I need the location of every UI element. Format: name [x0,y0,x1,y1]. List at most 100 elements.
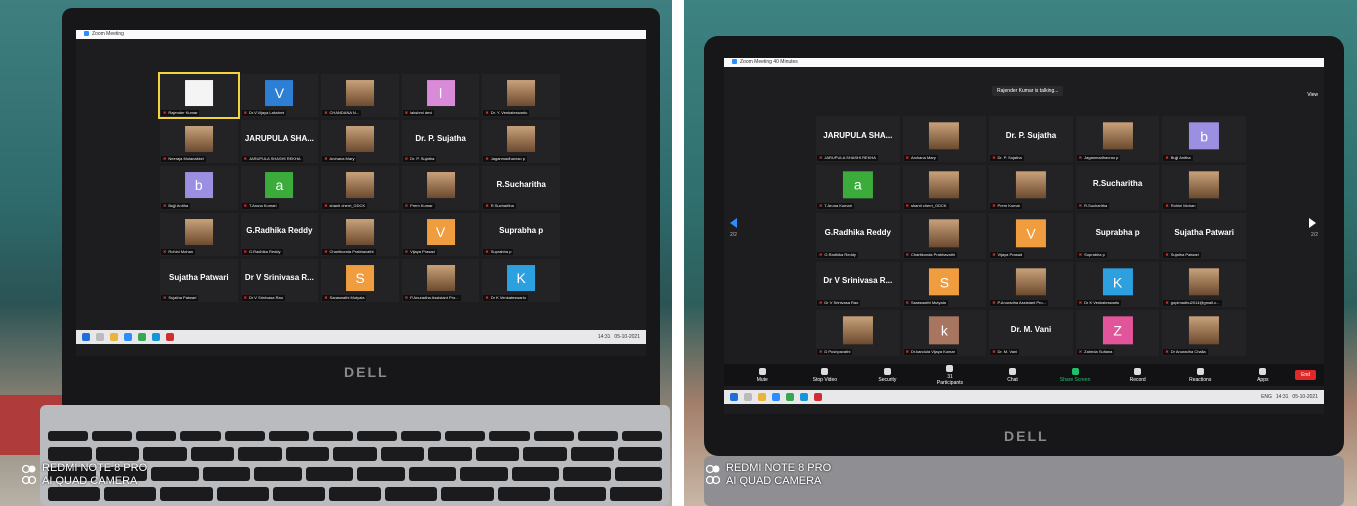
participant-tile[interactable]: ✖ D Pushpavathi [816,310,900,356]
participant-tile[interactable]: ✖ Prem Kumar [989,164,1073,211]
participant-display-name: R.Sucharitha [1092,179,1143,189]
participant-tile[interactable]: ✖ Neeraja Mulanakkel [160,120,238,164]
reactions-icon [1196,367,1204,375]
participant-tile[interactable]: a ✖ T.Aruna Kumari [240,166,319,210]
participant-tile[interactable]: ✖ Prem Kumar [401,166,480,210]
control-apps[interactable]: Apps [1233,367,1294,383]
participant-tile[interactable]: Dr. P. Sujatha ✖ Dr. P. Sujatha [401,120,480,164]
participant-tile[interactable]: R.Sucharitha ✖ R.Sucharitha [482,166,560,210]
search-icon[interactable] [96,333,104,341]
participant-tile[interactable]: ✖ Rohini Mohan [160,212,238,256]
participant-tile[interactable]: Sujatha Patwari ✖ Sujatha Patwari [1162,213,1246,259]
participant-tile[interactable]: Dr V Srinivasa R... ✖ Dr V Srinivasa Rao [816,261,900,308]
participant-tile[interactable]: V ✖ Vijaya Prasad [989,213,1073,259]
caption-text: Saraswathi Mutyala [329,295,365,300]
participant-tile[interactable]: Dr V Srinivasa R... ✖ Dr V Srinivasa Rao [240,258,319,302]
participant-name-caption: ✖ Zaheda Sultana [1076,348,1115,355]
participant-name-caption: ✖ Dr V Srinivasa Rao [241,295,285,301]
participant-name-caption: ✖ Dr Anuradha Challa [1163,348,1208,355]
participant-tile[interactable]: k ✖ Dr.kandula Vijaya Kumar [902,310,987,356]
control-record[interactable]: Record [1107,367,1168,383]
edge-icon[interactable] [152,333,160,341]
participant-tile[interactable]: ✖ Jaganmadhavrao p [1075,116,1160,162]
next-page-arrow-icon[interactable] [1309,218,1316,228]
participant-tile[interactable]: ✖ Charitkonda Prabhavathi [321,212,399,256]
participant-tile[interactable]: ✖ shanti cherri_GDCK [902,164,987,211]
previous-page-arrow-icon[interactable] [730,218,737,228]
control-stop-video[interactable]: Stop Video [795,367,856,383]
zoom-app-icon[interactable] [772,393,780,401]
participant-tile[interactable]: ✖ Jaganmadhavrao p [482,120,560,164]
zoom-titlebar: Zoom Meeting 40 Minutes [724,58,1324,67]
avatar: b [184,172,213,199]
participant-tile[interactable]: JARUPULA SHA... ✖ JARUPULA SHASHI REKHA [240,120,319,164]
control-participants[interactable]: 31 Participants [920,364,981,386]
participant-name-caption: ✖ Jaganmadhavrao p [483,156,527,163]
folder-icon[interactable] [758,393,766,401]
caption-text: Prem Kumar [410,202,433,208]
participant-name-caption: ✖ Vijaya Prasad [990,251,1025,258]
participant-tile[interactable]: ✖ Archana Mary [321,120,399,164]
participant-tile[interactable]: ✖ Rohini Mohan [1162,164,1246,211]
control-mute[interactable]: Mute [732,367,793,383]
participant-tile[interactable]: Dr. M. Vani ✖ Dr. M. Vani [989,310,1073,356]
participant-tile[interactable]: ✖ Charitkonda Prabhavathi [902,213,987,259]
participant-tile[interactable]: S ✖ Saraswathi Mutyala [902,261,987,308]
chrome-icon[interactable] [138,333,146,341]
control-security[interactable]: Security [857,367,918,383]
edge-icon[interactable] [800,393,808,401]
participant-tile[interactable]: ✖ CHANDANA N... [321,74,399,118]
participant-photo [426,172,455,199]
participant-tile[interactable]: Dr. P. Sujatha ✖ Dr. P. Sujatha [989,116,1073,162]
participant-tile[interactable]: ✖ Rajender Kumar [158,71,240,120]
participant-tile[interactable]: G.Radhika Reddy ✖ G.Radhika Reddy [240,212,319,256]
participant-tile[interactable]: Suprabha p ✖ Suprabha p [1075,213,1160,259]
participant-tile[interactable]: l ✖ lakshmi devi [401,74,480,118]
participant-tile[interactable]: S ✖ Saraswathi Mutyala [321,258,399,302]
control-share-screen[interactable]: Share Screen [1045,367,1106,383]
pdf-icon[interactable] [814,393,822,401]
windows-start-icon[interactable] [730,393,738,401]
participant-tile[interactable]: K ✖ Dr K Venkateswarlu [482,258,560,302]
participant-tile[interactable]: K ✖ Dr K Venkateswarlu [1075,261,1160,308]
participant-tile[interactable]: ✖ Archana Mary [902,116,987,162]
caption-text: shanti cherri_GDCK [910,203,947,209]
participant-tile[interactable]: ✖ Dr Anuradha Challa [1162,310,1246,356]
watermark-line1: REDMI NOTE 8 PRO [726,462,832,474]
folder-icon[interactable] [110,333,118,341]
control-chat[interactable]: Chat [982,367,1043,383]
view-button[interactable]: View [1307,92,1318,98]
participants-icon [946,364,954,372]
participant-tile[interactable]: Z ✖ Zaheda Sultana [1075,310,1160,356]
participant-tile[interactable]: Suprabha p ✖ Suprabha p [482,212,560,256]
participant-tile[interactable]: V ✖ Vijaya Prasad [401,212,480,256]
participant-tile[interactable]: ✖ gopimadhu2014@gmail.c... [1162,261,1246,308]
participant-tile[interactable]: ✖ Dr. Y. Venkateswarlu [482,74,560,118]
participant-tile[interactable]: ✖ P.Anuradha Assistant Pro... [989,261,1073,308]
participant-display-name: Sujatha Patwari [169,272,229,282]
page-indicator-right: 2/2 [1311,232,1318,238]
search-icon[interactable] [744,393,752,401]
control-reactions[interactable]: Reactions [1170,367,1231,383]
participant-tile[interactable]: R.Sucharitha ✖ R.Sucharitha [1075,164,1160,211]
windows-start-icon[interactable] [82,333,90,341]
chrome-icon[interactable] [786,393,794,401]
participant-tile[interactable]: V ✖ Dr.V.Vijaya Lakshmi [240,74,319,118]
participant-tile[interactable]: G.Radhika Reddy ✖ G.Radhika Reddy [816,213,900,259]
pdf-icon[interactable] [166,333,174,341]
end-meeting-button[interactable]: End [1295,370,1316,380]
participant-tile[interactable]: b ✖ Bujji Anitha [160,166,238,210]
muted-mic-icon: ✖ [163,295,167,300]
participant-tile[interactable]: a ✖ T.Aruna Kumari [816,164,900,211]
participant-tile[interactable]: JARUPULA SHA... ✖ JARUPULA SHASHI REKHA [816,116,900,162]
control-label: Security [878,376,897,383]
participant-tile[interactable]: ✖ shanti cherri_GDCK [321,166,399,210]
participant-tile[interactable]: Sujatha Patwari ✖ Sujatha Patwari [160,258,238,302]
window-title: Zoom Meeting 40 Minutes [740,59,798,65]
watermark-line2: AI QUAD CAMERA [42,475,138,487]
participant-tile[interactable]: b ✖ Bujji Anitha [1162,116,1246,162]
participant-tile[interactable]: ✖ P.Anuradha Assistant Pro... [401,258,480,302]
caption-text: P.Anuradha Assistant Pro... [997,300,1046,306]
caption-text: Charitkonda Prabhavathi [910,251,955,257]
zoom-app-icon[interactable] [124,333,132,341]
